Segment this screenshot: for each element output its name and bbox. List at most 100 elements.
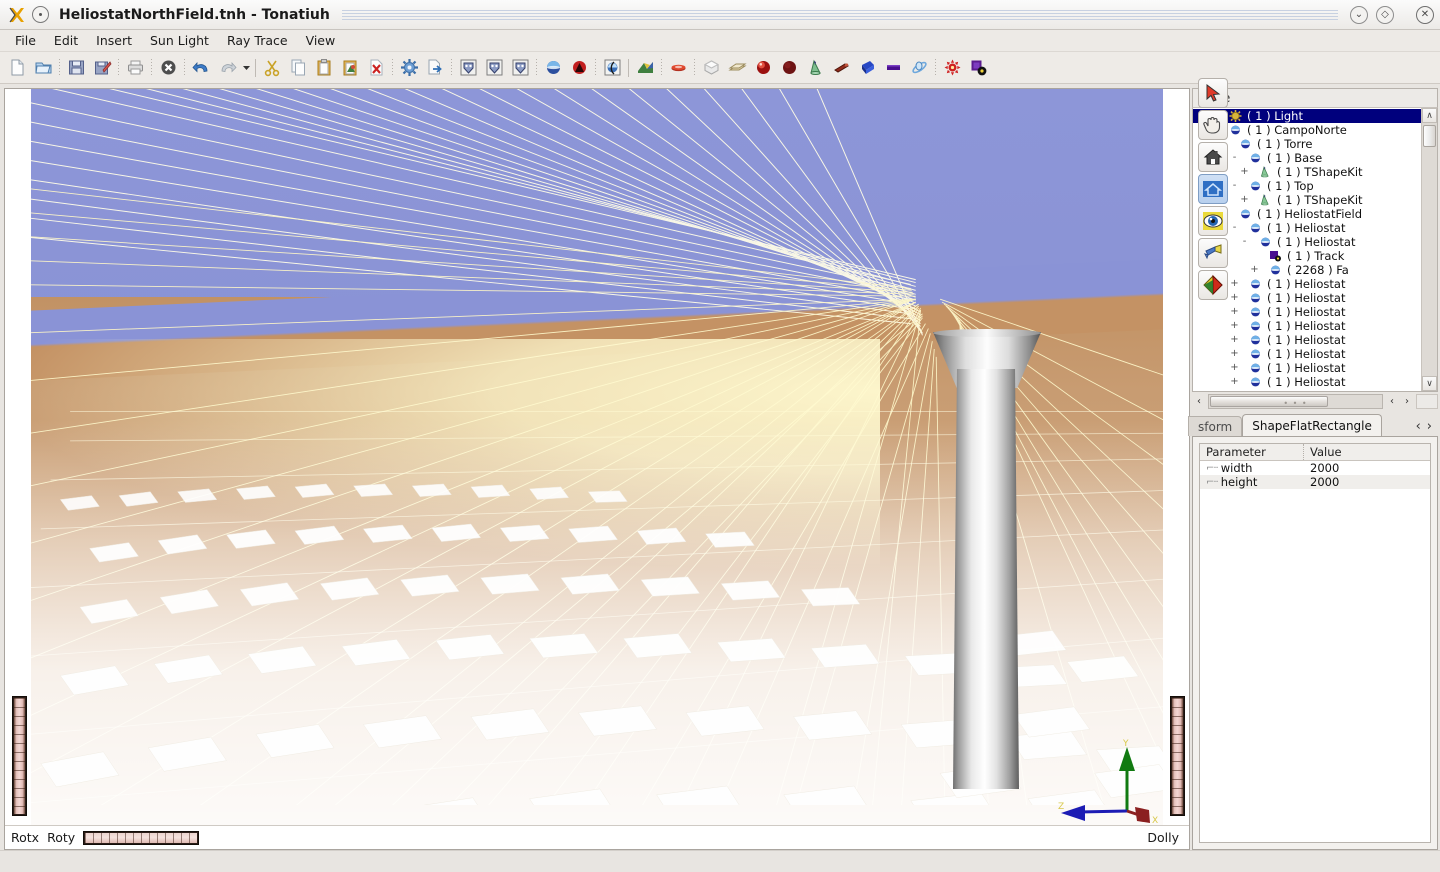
tree-hscroll-left-button[interactable]: ‹ [1192, 394, 1206, 409]
tree-node-heliostat[interactable]: +( 1 ) Heliostat [1193, 319, 1421, 333]
cut-icon[interactable] [259, 55, 285, 81]
sunshape-icon[interactable] [632, 55, 658, 81]
expand-icon[interactable]: + [1229, 335, 1240, 345]
expand-icon[interactable]: + [1229, 293, 1240, 303]
close-button[interactable]: ✕ [1416, 5, 1434, 24]
expand-icon[interactable]: + [1229, 321, 1240, 331]
pan-hand-icon[interactable] [1198, 110, 1228, 140]
menu-edit[interactable]: Edit [45, 31, 87, 50]
paste-special-icon[interactable] [337, 55, 363, 81]
view-all-eye-icon[interactable] [1198, 206, 1228, 236]
undo-icon[interactable] [188, 55, 214, 81]
shape-sphere-dark-icon[interactable] [776, 55, 802, 81]
shape-parabolic-icon[interactable] [566, 55, 592, 81]
expand-icon[interactable]: + [1229, 349, 1240, 359]
tree-horizontal-scrollbar[interactable]: ‹ • • • ‹ › [1192, 392, 1438, 410]
collapse-icon[interactable]: - [1229, 223, 1240, 233]
tree-node-heliostat[interactable]: +( 1 ) Heliostat [1193, 347, 1421, 361]
tree-node-heliostat[interactable]: +( 1 ) Heliostat [1193, 333, 1421, 347]
viewport-canvas-wrap[interactable]: Y Z X [31, 89, 1163, 825]
shape-plane-icon[interactable] [880, 55, 906, 81]
perspective-toggle-icon[interactable] [1198, 270, 1228, 300]
collapse-icon[interactable]: - [1239, 237, 1250, 247]
tracker-two-icon[interactable] [481, 55, 507, 81]
tree-hscroll-track[interactable]: • • • [1208, 393, 1383, 409]
tree-node-heliostat[interactable]: +( 1 ) Heliostat [1193, 361, 1421, 375]
new-file-icon[interactable] [4, 55, 30, 81]
save-icon[interactable] [63, 55, 89, 81]
dock-next-button[interactable]: › [1400, 394, 1414, 409]
tab-transform[interactable]: sform [1188, 416, 1243, 436]
copy-icon[interactable] [285, 55, 311, 81]
shape-cone-icon[interactable] [802, 55, 828, 81]
close-icon[interactable] [155, 55, 181, 81]
shape-sphere-icon[interactable] [540, 55, 566, 81]
history-dropdown-icon[interactable] [240, 57, 252, 79]
minimize-button[interactable]: ⌄ [1350, 5, 1368, 24]
shape-sphere-red-icon[interactable] [750, 55, 776, 81]
roty-slider[interactable] [83, 830, 200, 845]
open-file-icon[interactable] [30, 55, 56, 81]
window-menu-icon[interactable] [32, 6, 49, 23]
delete-icon[interactable] [363, 55, 389, 81]
menu-view[interactable]: View [297, 31, 345, 50]
tab-shape-flat-rectangle[interactable]: ShapeFlatRectangle [1242, 414, 1382, 436]
shape-flat-disk-icon[interactable] [665, 55, 691, 81]
expand-icon[interactable]: + [1249, 265, 1260, 275]
material-icon[interactable] [599, 55, 625, 81]
menu-ray-trace[interactable]: Ray Trace [218, 31, 297, 50]
run-raytrace-icon[interactable] [939, 55, 965, 81]
splitter-grip[interactable]: • • • [1283, 399, 1307, 408]
expand-icon[interactable]: + [1229, 307, 1240, 317]
collapse-icon[interactable]: - [1229, 181, 1240, 191]
seek-flashlight-icon[interactable] [1198, 238, 1228, 268]
shape-hyperboloid-icon[interactable] [906, 55, 932, 81]
tree-hscroll-thumb[interactable] [1210, 395, 1328, 407]
dolly-slider[interactable] [1170, 696, 1185, 816]
tree-vertical-scrollbar[interactable]: ∧ ∨ [1421, 108, 1437, 391]
export-rays-icon[interactable] [422, 55, 448, 81]
tab-next-button[interactable]: › [1427, 419, 1432, 434]
scene-3d-canvas[interactable]: Y Z X [31, 89, 1163, 825]
tree-node-heliostat[interactable]: +( 1 ) Heliostat [1193, 389, 1421, 391]
menu-insert[interactable]: Insert [87, 31, 141, 50]
expand-icon[interactable]: + [1239, 195, 1250, 205]
shape-cylinder-icon[interactable] [828, 55, 854, 81]
tree-node-heliostat[interactable]: +( 1 ) Heliostat [1193, 375, 1421, 389]
select-arrow-icon[interactable] [1198, 78, 1228, 108]
shape-cube-icon[interactable] [698, 55, 724, 81]
sunlight-settings-icon[interactable] [396, 55, 422, 81]
tracker-three-icon[interactable] [507, 55, 533, 81]
tree-scroll-thumb[interactable] [1423, 125, 1436, 147]
tab-prev-button[interactable]: ‹ [1416, 419, 1421, 434]
tree-scroll-up-button[interactable]: ∧ [1422, 108, 1437, 123]
save-as-icon[interactable] [89, 55, 115, 81]
parameter-table[interactable]: Parameter Value ⌐·· width 2000 ⌐·· height … [1199, 443, 1431, 843]
collapse-icon[interactable]: - [1229, 153, 1240, 163]
expand-icon[interactable]: + [1229, 279, 1240, 289]
parameter-value[interactable]: 2000 [1304, 475, 1430, 489]
dock-prev-button[interactable]: ‹ [1385, 394, 1399, 409]
tree-scroll-track[interactable] [1422, 123, 1437, 376]
expand-icon[interactable]: + [1239, 167, 1250, 177]
shape-flat-rectangle-icon[interactable] [724, 55, 750, 81]
raytrace-options-icon[interactable] [965, 55, 991, 81]
menu-file[interactable]: File [6, 31, 45, 50]
tracker-one-icon[interactable] [455, 55, 481, 81]
maximize-button[interactable]: ◇ [1376, 5, 1394, 24]
table-row[interactable]: ⌐·· width 2000 [1200, 461, 1430, 475]
tree-node-heliostat[interactable]: +( 1 ) Heliostat [1193, 305, 1421, 319]
table-row[interactable]: ⌐·· height 2000 [1200, 475, 1430, 489]
paste-icon[interactable] [311, 55, 337, 81]
tree-scroll-down-button[interactable]: ∨ [1422, 376, 1437, 391]
expand-icon[interactable]: + [1229, 363, 1240, 373]
home-view-icon[interactable] [1198, 142, 1228, 172]
print-icon[interactable] [122, 55, 148, 81]
rotx-slider[interactable] [12, 696, 27, 816]
redo-icon[interactable] [214, 55, 240, 81]
menu-sun-light[interactable]: Sun Light [141, 31, 218, 50]
shape-cube-blue-icon[interactable] [854, 55, 880, 81]
set-home-view-icon[interactable] [1198, 174, 1228, 204]
parameter-value[interactable]: 2000 [1304, 461, 1430, 475]
expand-icon[interactable]: + [1229, 377, 1240, 387]
